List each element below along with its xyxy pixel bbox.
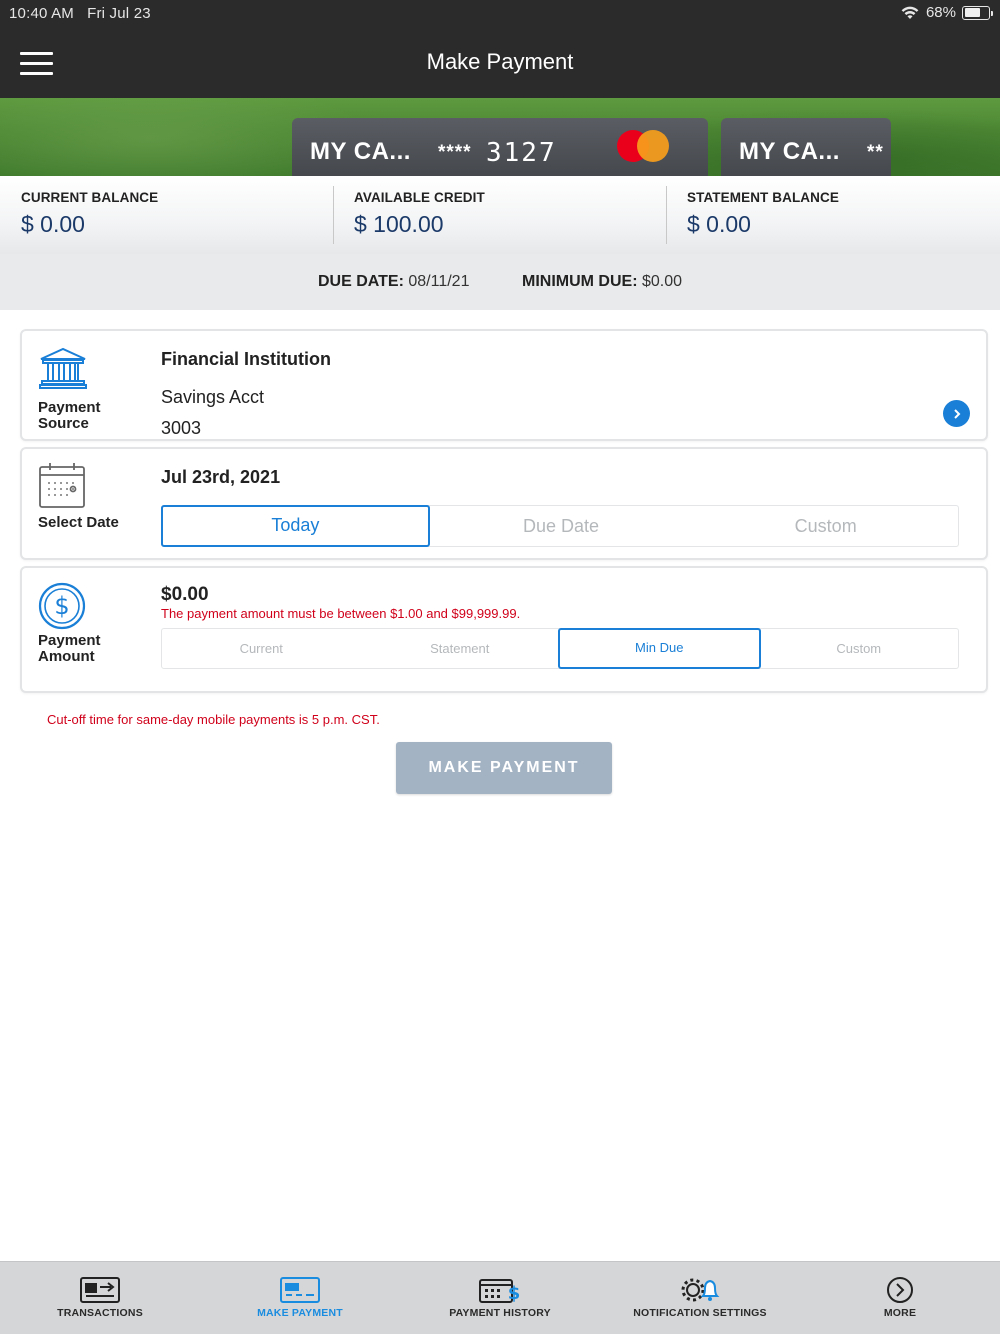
institution-name: Financial Institution <box>161 349 331 369</box>
svg-text:$: $ <box>508 1283 521 1303</box>
current-balance: CURRENT BALANCE $ 0.00 <box>0 176 333 254</box>
amount-error-message: The payment amount must be between $1.00… <box>161 606 521 621</box>
card-name: MY CA... <box>739 138 840 165</box>
mastercard-logo-icon <box>617 130 671 162</box>
available-credit-label: AVAILABLE CREDIT <box>354 190 485 205</box>
calendar-icon <box>38 461 86 514</box>
tab-label: MORE <box>883 1307 917 1319</box>
more-icon <box>879 1276 921 1304</box>
status-time: 10:40 AM Fri Jul 23 <box>9 5 151 22</box>
date-option-today[interactable]: Today <box>161 505 430 547</box>
due-date: DUE DATE: 08/11/21 <box>318 273 470 290</box>
balance-summary: CURRENT BALANCE $ 0.00 AVAILABLE CREDIT … <box>0 176 1000 254</box>
tab-transactions[interactable]: TRANSACTIONS <box>0 1262 200 1334</box>
statement-balance: STATEMENT BALANCE $ 0.00 <box>666 176 1000 254</box>
selected-date: Jul 23rd, 2021 <box>161 467 281 487</box>
payment-source-label: Payment Source <box>38 399 101 432</box>
card-next[interactable]: MY CA... ** <box>721 118 891 176</box>
due-info: DUE DATE: 08/11/21 MINIMUM DUE: $0.00 <box>0 254 1000 310</box>
tab-notification-settings[interactable]: NOTIFICATION SETTINGS <box>600 1262 800 1334</box>
tab-label: TRANSACTIONS <box>57 1307 143 1319</box>
notification-settings-icon <box>679 1276 721 1304</box>
current-balance-value: $ 0.00 <box>21 211 85 237</box>
tab-more[interactable]: MORE <box>800 1262 1000 1334</box>
card-mask: ** <box>867 142 884 163</box>
account-number: 3003 <box>161 418 202 438</box>
svg-text:$: $ <box>54 592 69 620</box>
card-carousel[interactable]: MY CA... **** 3127 MY CA... ** <box>0 98 1000 176</box>
make-payment-button[interactable]: MAKE PAYMENT <box>396 742 612 794</box>
amount-option-custom[interactable]: Custom <box>760 629 959 668</box>
battery-percent: 68% <box>925 4 956 21</box>
card-mask: **** <box>438 142 472 163</box>
payment-source-panel[interactable]: Payment Source Financial Institution Savi… <box>20 329 988 441</box>
statement-balance-value: $ 0.00 <box>687 211 751 237</box>
date-option-due-date[interactable]: Due Date <box>429 506 694 546</box>
available-credit-value: $ 100.00 <box>354 211 444 237</box>
available-credit: AVAILABLE CREDIT $ 100.00 <box>333 176 666 254</box>
tab-label: MAKE PAYMENT <box>257 1307 343 1319</box>
account-type: Savings Acct <box>161 387 265 407</box>
chevron-right-icon[interactable] <box>943 400 970 427</box>
amount-option-statement[interactable]: Statement <box>361 629 560 668</box>
bank-icon <box>38 347 88 394</box>
amount-option-current[interactable]: Current <box>162 629 361 668</box>
payment-amount-label: Payment Amount <box>38 632 101 665</box>
wifi-icon <box>901 6 919 19</box>
select-date-label: Select Date <box>38 514 119 531</box>
amount-option-min-due[interactable]: Min Due <box>558 628 761 669</box>
nav-bar: Make Payment <box>0 26 1000 98</box>
transactions-icon <box>79 1276 121 1304</box>
select-date-panel: Select Date Jul 23rd, 2021 Today Due Dat… <box>20 447 988 560</box>
current-balance-label: CURRENT BALANCE <box>21 190 159 205</box>
make-payment-icon <box>279 1276 321 1304</box>
payment-amount-panel: $ Payment Amount $0.00 The payment amount… <box>20 566 988 693</box>
status-bar: 10:40 AM Fri Jul 23 68% <box>0 0 1000 26</box>
tab-bar: TRANSACTIONS MAKE PAYMENT $ PAYMENT HIST… <box>0 1261 1000 1334</box>
status-right: 68% <box>900 4 993 21</box>
cutoff-note: Cut-off time for same-day mobile payment… <box>47 712 380 727</box>
payment-amount-value: $0.00 <box>161 584 209 605</box>
page-title: Make Payment <box>426 49 574 74</box>
battery-icon <box>962 5 993 20</box>
statement-balance-label: STATEMENT BALANCE <box>687 190 839 205</box>
card-name: MY CA... <box>310 138 411 165</box>
dollar-circle-icon: $ <box>38 582 86 635</box>
tab-payment-history[interactable]: $ PAYMENT HISTORY <box>400 1262 600 1334</box>
date-segmented-control: Today Due Date Custom <box>161 505 959 547</box>
amount-segmented-control: Current Statement Min Due Custom <box>161 628 959 669</box>
tab-make-payment[interactable]: MAKE PAYMENT <box>200 1262 400 1334</box>
minimum-due: MINIMUM DUE: $0.00 <box>522 273 683 290</box>
date-option-custom[interactable]: Custom <box>693 506 958 546</box>
tab-label: NOTIFICATION SETTINGS <box>633 1307 767 1319</box>
payment-history-icon: $ <box>479 1276 521 1304</box>
tab-label: PAYMENT HISTORY <box>449 1307 551 1319</box>
card-last4: 3127 <box>486 138 557 168</box>
card-selected[interactable]: MY CA... **** 3127 <box>292 118 708 176</box>
